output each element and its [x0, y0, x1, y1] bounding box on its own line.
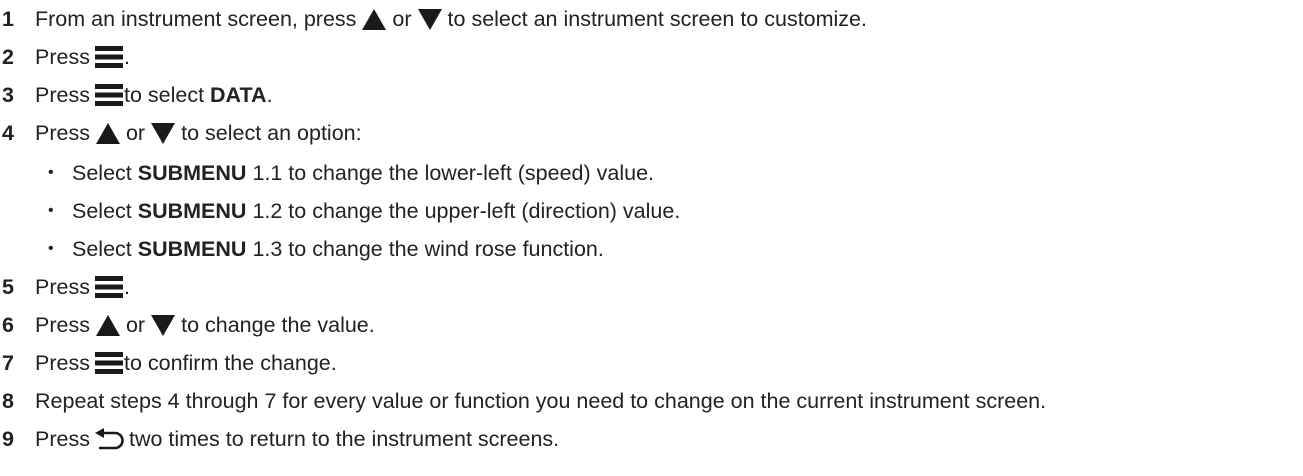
step-text: . [123, 274, 130, 299]
suboption-2: • Select SUBMENU 1.2 to change the upper… [0, 192, 680, 230]
submenu-label: SUBMENU [137, 236, 247, 261]
step-text: to confirm the change. [123, 350, 337, 375]
step-text: Press [35, 350, 90, 375]
menu-icon [95, 351, 123, 375]
suboption-text: 1.1 to change the lower-left (speed) val… [252, 160, 655, 185]
submenu-label: SUBMENU [137, 198, 247, 223]
step-number: 1 [2, 6, 14, 31]
step-text: two times to return to the instrument sc… [128, 426, 560, 451]
bullet: • [48, 164, 54, 181]
suboption-1: • Select SUBMENU 1.1 to change the lower… [0, 154, 654, 192]
step-text: Press [35, 274, 90, 299]
bullet: • [48, 202, 54, 219]
step-4: 4 Press or to select an option: [0, 114, 362, 152]
step-text: to select an instrument screen to custom… [447, 6, 867, 31]
back-icon [95, 428, 125, 450]
bullet: • [48, 240, 54, 257]
step-5: 5 Press . [0, 268, 130, 306]
up-arrow-icon [95, 314, 120, 336]
step-text: or [392, 6, 412, 31]
suboption-text: Select [72, 236, 132, 261]
step-text: Repeat steps 4 through 7 for every value… [35, 388, 1047, 413]
step-text: Press [35, 82, 90, 107]
step-3: 3 Press to select DATA. [0, 76, 273, 114]
step-8: 8 Repeat steps 4 through 7 for every val… [0, 382, 1046, 420]
step-number: 4 [2, 120, 14, 145]
suboption-text: 1.3 to change the wind rose function. [252, 236, 604, 261]
suboption-3: • Select SUBMENU 1.3 to change the wind … [0, 230, 604, 268]
step-text: Press [35, 44, 90, 69]
step-text: . [123, 44, 130, 69]
step-text: Press [35, 312, 90, 337]
up-arrow-icon [95, 122, 120, 144]
instruction-list: 1 From an instrument screen, press or to… [0, 0, 1303, 476]
step-text: From an instrument screen, press [35, 6, 357, 31]
step-text: to select an option: [181, 120, 362, 145]
suboption-text: Select [72, 160, 132, 185]
menu-icon [95, 275, 123, 299]
step-text: or [125, 120, 146, 145]
step-6: 6 Press or to change the value. [0, 306, 375, 344]
step-text: . [266, 82, 273, 107]
menu-icon [95, 83, 123, 107]
step-9: 9 Press two times to return to the instr… [0, 420, 559, 458]
step-number: 3 [2, 82, 14, 107]
suboption-text: Select [72, 198, 132, 223]
up-arrow-icon [362, 8, 387, 30]
step-2: 2 Press . [0, 38, 130, 76]
step-number: 7 [2, 350, 14, 375]
step-number: 8 [2, 388, 14, 413]
step-text: Press [35, 120, 90, 145]
step-1: 1 From an instrument screen, press or to… [0, 0, 867, 38]
step-number: 2 [2, 44, 14, 69]
step-text: to change the value. [181, 312, 375, 337]
down-arrow-icon [151, 122, 176, 144]
step-text: to select [123, 82, 205, 107]
step-text: Press [35, 426, 90, 451]
step-number: 9 [2, 426, 14, 451]
step-text: or [125, 312, 146, 337]
step-7: 7 Press to confirm the change. [0, 344, 337, 382]
down-arrow-icon [151, 314, 176, 336]
down-arrow-icon [417, 8, 442, 30]
step-number: 6 [2, 312, 14, 337]
suboption-text: 1.2 to change the upper-left (direction)… [252, 198, 681, 223]
submenu-label: SUBMENU [137, 160, 247, 185]
menu-icon [95, 45, 123, 69]
data-option-label: DATA [210, 82, 267, 107]
step-number: 5 [2, 274, 14, 299]
